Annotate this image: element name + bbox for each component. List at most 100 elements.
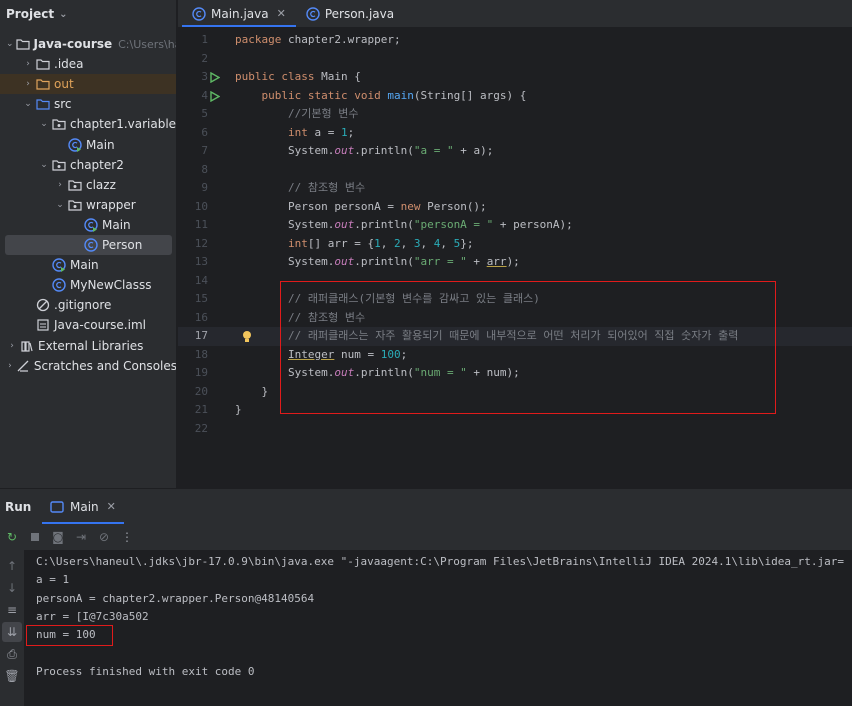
line-number: 22 bbox=[194, 421, 208, 435]
code-line[interactable]: 18 Integer num = 100; bbox=[178, 346, 852, 365]
tree-item-scratches-and-consoles[interactable]: › Scratches and Consoles bbox=[0, 356, 176, 376]
trash-icon[interactable]: 🗑 bbox=[2, 666, 22, 686]
chevron-down-icon[interactable]: ⌄ bbox=[38, 119, 50, 129]
chevron-right-icon[interactable]: › bbox=[54, 180, 66, 190]
project-header[interactable]: Project ⌄ bbox=[0, 0, 176, 28]
camera-icon[interactable]: ◙ bbox=[48, 527, 68, 547]
code-line[interactable]: 13 System.out.println("arr = " + arr); bbox=[178, 253, 852, 272]
rerun-icon[interactable]: ↻ bbox=[2, 527, 22, 547]
code-line[interactable]: 10 Person personA = new Person(); bbox=[178, 198, 852, 217]
chevron-down-icon[interactable]: ⌄ bbox=[22, 99, 34, 109]
project-panel: Project ⌄ ⌄ Java-course C:\Users\haneu › .id… bbox=[0, 0, 177, 488]
code-line[interactable]: 22 bbox=[178, 420, 852, 439]
class-run-icon bbox=[68, 137, 82, 152]
tree-item-person[interactable]: Person bbox=[5, 235, 172, 255]
console-line: personA = chapter2.wrapper.Person@481405… bbox=[36, 591, 315, 605]
package-icon bbox=[52, 117, 66, 131]
class-run-icon bbox=[84, 218, 98, 232]
tree-item-main[interactable]: Main bbox=[0, 135, 176, 155]
code-line[interactable]: 9 // 참조형 변수 bbox=[178, 179, 852, 198]
code-line[interactable]: 3 public class Main { bbox=[178, 68, 852, 87]
tree-item-path: C:\Users\haneu bbox=[118, 37, 176, 51]
code-text: int[] arr = {1, 2, 3, 4, 5}; bbox=[287, 236, 474, 250]
code-line[interactable]: 7 System.out.println("a = " + a); bbox=[178, 142, 852, 161]
tree-item-chapter1-variable[interactable]: ⌄ chapter1.variable bbox=[0, 114, 176, 134]
code-text: int a = 1; bbox=[287, 125, 355, 139]
more-icon[interactable]: ⋮ bbox=[117, 527, 137, 547]
arrow-up-icon[interactable]: ↑ bbox=[2, 556, 22, 576]
code-line[interactable]: 1 package chapter2.wrapper; bbox=[178, 31, 852, 50]
tree-item-label: src bbox=[54, 97, 72, 112]
code-line[interactable]: 14 bbox=[178, 272, 852, 291]
code-line[interactable]: 15 // 래퍼클래스(기본형 변수를 감싸고 있는 클래스) bbox=[178, 290, 852, 309]
chevron-right-icon[interactable]: › bbox=[6, 361, 14, 371]
code-line[interactable]: 5 //기본형 변수 bbox=[178, 105, 852, 124]
chevron-right-icon[interactable]: › bbox=[22, 79, 34, 89]
console-line: arr = [I@7c30a502 bbox=[36, 609, 149, 623]
tree-item-clazz[interactable]: › clazz bbox=[0, 175, 176, 195]
java-class-icon bbox=[192, 6, 211, 21]
close-icon[interactable]: ✕ bbox=[277, 7, 286, 20]
code-line[interactable]: 11 System.out.println("personA = " + per… bbox=[178, 216, 852, 235]
line-number: 10 bbox=[194, 199, 208, 213]
tree-item-gitignore[interactable]: .gitignore bbox=[0, 295, 176, 315]
code-line[interactable]: 17 // 래퍼클래스는 자주 활용되기 때문에 내부적으로 어떤 처리가 되어… bbox=[178, 327, 852, 346]
tree-item-java-course-iml[interactable]: Java-course.iml bbox=[0, 315, 176, 335]
code-line[interactable]: 20 } bbox=[178, 383, 852, 402]
tree-item-java-course[interactable]: ⌄ Java-course C:\Users\haneu bbox=[0, 34, 176, 54]
tree-item-label: Main bbox=[102, 217, 131, 232]
editor-tab-person-java[interactable]: Person.java bbox=[296, 0, 404, 27]
code-line[interactable]: 8 bbox=[178, 161, 852, 180]
editor-tab-bar: Main.java ✕ Person.java bbox=[178, 0, 852, 28]
tree-item-label: clazz bbox=[86, 177, 116, 192]
code-editor[interactable]: 1 package chapter2.wrapper; 2 3 public class… bbox=[178, 29, 852, 488]
chevron-down-icon[interactable]: ⌄ bbox=[54, 200, 66, 210]
code-line[interactable]: 19 System.out.println("num = " + num); bbox=[178, 364, 852, 383]
tree-item-label: Person bbox=[102, 238, 143, 252]
tree-item-chapter2[interactable]: ⌄ chapter2 bbox=[0, 155, 176, 175]
folder-excluded-icon bbox=[36, 77, 50, 91]
tree-item-idea[interactable]: › .idea bbox=[0, 54, 176, 74]
chevron-right-icon[interactable]: › bbox=[6, 341, 18, 351]
code-line[interactable]: 16 // 참조형 변수 bbox=[178, 309, 852, 328]
code-text: System.out.println("num = " + num); bbox=[235, 366, 520, 379]
line-number: 11 bbox=[194, 218, 208, 231]
line-number: 14 bbox=[194, 273, 208, 287]
tree-item-main[interactable]: Main bbox=[0, 255, 176, 275]
exit-icon[interactable]: ⇥ bbox=[71, 527, 91, 547]
tree-item-label: chapter2 bbox=[70, 157, 124, 172]
editor-tab-main-java[interactable]: Main.java ✕ bbox=[182, 0, 296, 27]
tree-item-main[interactable]: Main bbox=[0, 215, 176, 235]
line-number: 9 bbox=[201, 181, 208, 194]
tree-item-wrapper[interactable]: ⌄ wrapper bbox=[0, 195, 176, 215]
tree-item-external-libraries[interactable]: › External Libraries bbox=[0, 336, 176, 356]
run-tab-main[interactable]: Main ✕ bbox=[42, 489, 124, 524]
tree-item-out[interactable]: › out bbox=[0, 74, 176, 95]
code-line[interactable]: 2 bbox=[178, 50, 852, 69]
chevron-down-icon[interactable]: ⌄ bbox=[38, 160, 50, 170]
chevron-down-icon[interactable]: ⌄ bbox=[6, 39, 14, 49]
close-icon[interactable]: ✕ bbox=[107, 500, 116, 513]
tree-item-label: Java-course bbox=[33, 37, 113, 51]
line-number: 15 bbox=[194, 292, 208, 305]
code-line[interactable]: 21} bbox=[178, 401, 852, 420]
line-number: 17 bbox=[194, 329, 208, 342]
soft-wrap-icon[interactable]: ≡ bbox=[2, 600, 22, 620]
chevron-right-icon[interactable]: › bbox=[22, 59, 34, 69]
stop-icon[interactable] bbox=[25, 527, 45, 547]
tree-item-label: out bbox=[54, 77, 74, 92]
code-line[interactable]: 6 int a = 1; bbox=[178, 124, 852, 143]
tree-item-mynewclasss[interactable]: MyNewClasss bbox=[0, 275, 176, 295]
iml-icon bbox=[36, 318, 50, 332]
tree-item-src[interactable]: ⌄ src bbox=[0, 94, 176, 114]
run-toolbar: ↻ ◙ ⇥ ⊘ ⋮ bbox=[0, 524, 852, 550]
code-text: // 참조형 변수 bbox=[235, 310, 366, 324]
pin-icon[interactable]: ⊘ bbox=[94, 527, 114, 547]
arrow-down-icon[interactable]: ↓ bbox=[2, 578, 22, 598]
print-icon[interactable]: ⎙ bbox=[2, 644, 22, 664]
chevron-down-icon[interactable]: ⌄ bbox=[59, 9, 67, 20]
code-line[interactable]: 4 public static void main(String[] args)… bbox=[178, 87, 852, 106]
code-line[interactable]: 12 int[] arr = {1, 2, 3, 4, 5}; bbox=[178, 235, 852, 254]
console-output[interactable]: C:\Users\haneul\.jdks\jbr-17.0.9\bin\jav… bbox=[24, 550, 852, 706]
scroll-to-end-icon[interactable]: ⇊ bbox=[2, 622, 22, 642]
